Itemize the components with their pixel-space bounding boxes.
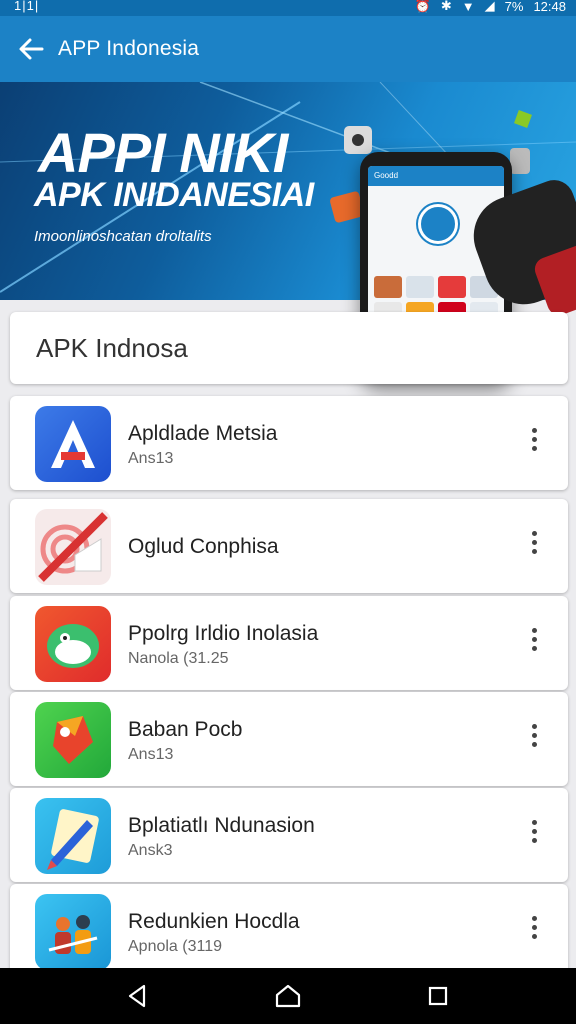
overflow-menu-icon[interactable] (526, 428, 542, 456)
phone-screen-header: Goodd (368, 166, 504, 186)
app-signal-icon (35, 509, 111, 585)
app-name: Oglud Conphisa (128, 535, 279, 558)
app-bar: APP Indonesia (0, 16, 576, 82)
app-subtitle: Ans13 (128, 746, 174, 763)
overflow-menu-icon[interactable] (526, 916, 542, 944)
app-title: APP Indonesia (58, 37, 200, 60)
app-name: Ppolrg Irldio Inolasia (128, 622, 319, 645)
back-arrow-icon[interactable] (16, 34, 46, 64)
app-list-item[interactable]: Oglud Conphisa (10, 499, 568, 593)
battery-level: 7% (504, 0, 524, 14)
phone-app-logo-icon (418, 204, 458, 244)
app-a-icon (35, 406, 111, 482)
app-people-icon (35, 894, 111, 970)
search-field[interactable]: APK Indnosa (10, 312, 568, 384)
overflow-menu-icon[interactable] (526, 628, 542, 656)
app-list-item[interactable]: Redunkien Hocdla Apnola (3119 (10, 884, 568, 978)
nav-back-icon[interactable] (124, 982, 152, 1010)
banner-subheadline: APK INIDANESIAI (34, 176, 314, 214)
nav-home-icon[interactable] (274, 982, 302, 1010)
nav-recents-icon[interactable] (424, 982, 452, 1010)
alarm-icon: ⏰ (414, 0, 431, 13)
app-list-item[interactable]: Ppolrg Irldio Inolasia Nanola (31.25 (10, 596, 568, 690)
app-subtitle: Apnola (3119 (128, 938, 222, 955)
app-subtitle: Ansk3 (128, 842, 173, 859)
banner-tagline: Imoonlinoshcatan droltalits (34, 228, 212, 245)
app-list-item[interactable]: Apldlade Metsia Ans13 (10, 396, 568, 490)
overflow-menu-icon[interactable] (526, 820, 542, 848)
app-subtitle: Ans13 (128, 450, 174, 467)
status-bar: 1|1| ⏰ ✱ ▼ ◢ 7% 12:48 (0, 0, 576, 16)
status-left-text: 1|1| (14, 0, 40, 13)
app-name: Baban Pocb (128, 718, 243, 741)
app-name: Apldlade Metsia (128, 422, 278, 445)
status-time: 12:48 (533, 0, 566, 14)
bluetooth-icon: ✱ (440, 0, 452, 13)
app-cube-icon (35, 702, 111, 778)
app-pencil-icon (35, 798, 111, 874)
wifi-icon: ▼ (461, 0, 475, 14)
system-navigation-bar (0, 968, 576, 1024)
status-right: ⏰ ✱ ▼ ◢ 7% 12:48 (415, 0, 566, 14)
app-name: Bplatiatlı Ndunasion (128, 814, 315, 837)
app-subtitle: Nanola (31.25 (128, 650, 229, 667)
signal-icon: ◢ (484, 0, 495, 13)
app-list-item[interactable]: Baban Pocb Ans13 (10, 692, 568, 786)
app-list-item[interactable]: Bplatiatlı Ndunasion Ansk3 (10, 788, 568, 882)
overflow-menu-icon[interactable] (526, 531, 542, 559)
app-name: Redunkien Hocdla (128, 910, 300, 933)
overflow-menu-icon[interactable] (526, 724, 542, 752)
search-query: APK Indnosa (36, 333, 188, 363)
app-mascot-icon (35, 606, 111, 682)
